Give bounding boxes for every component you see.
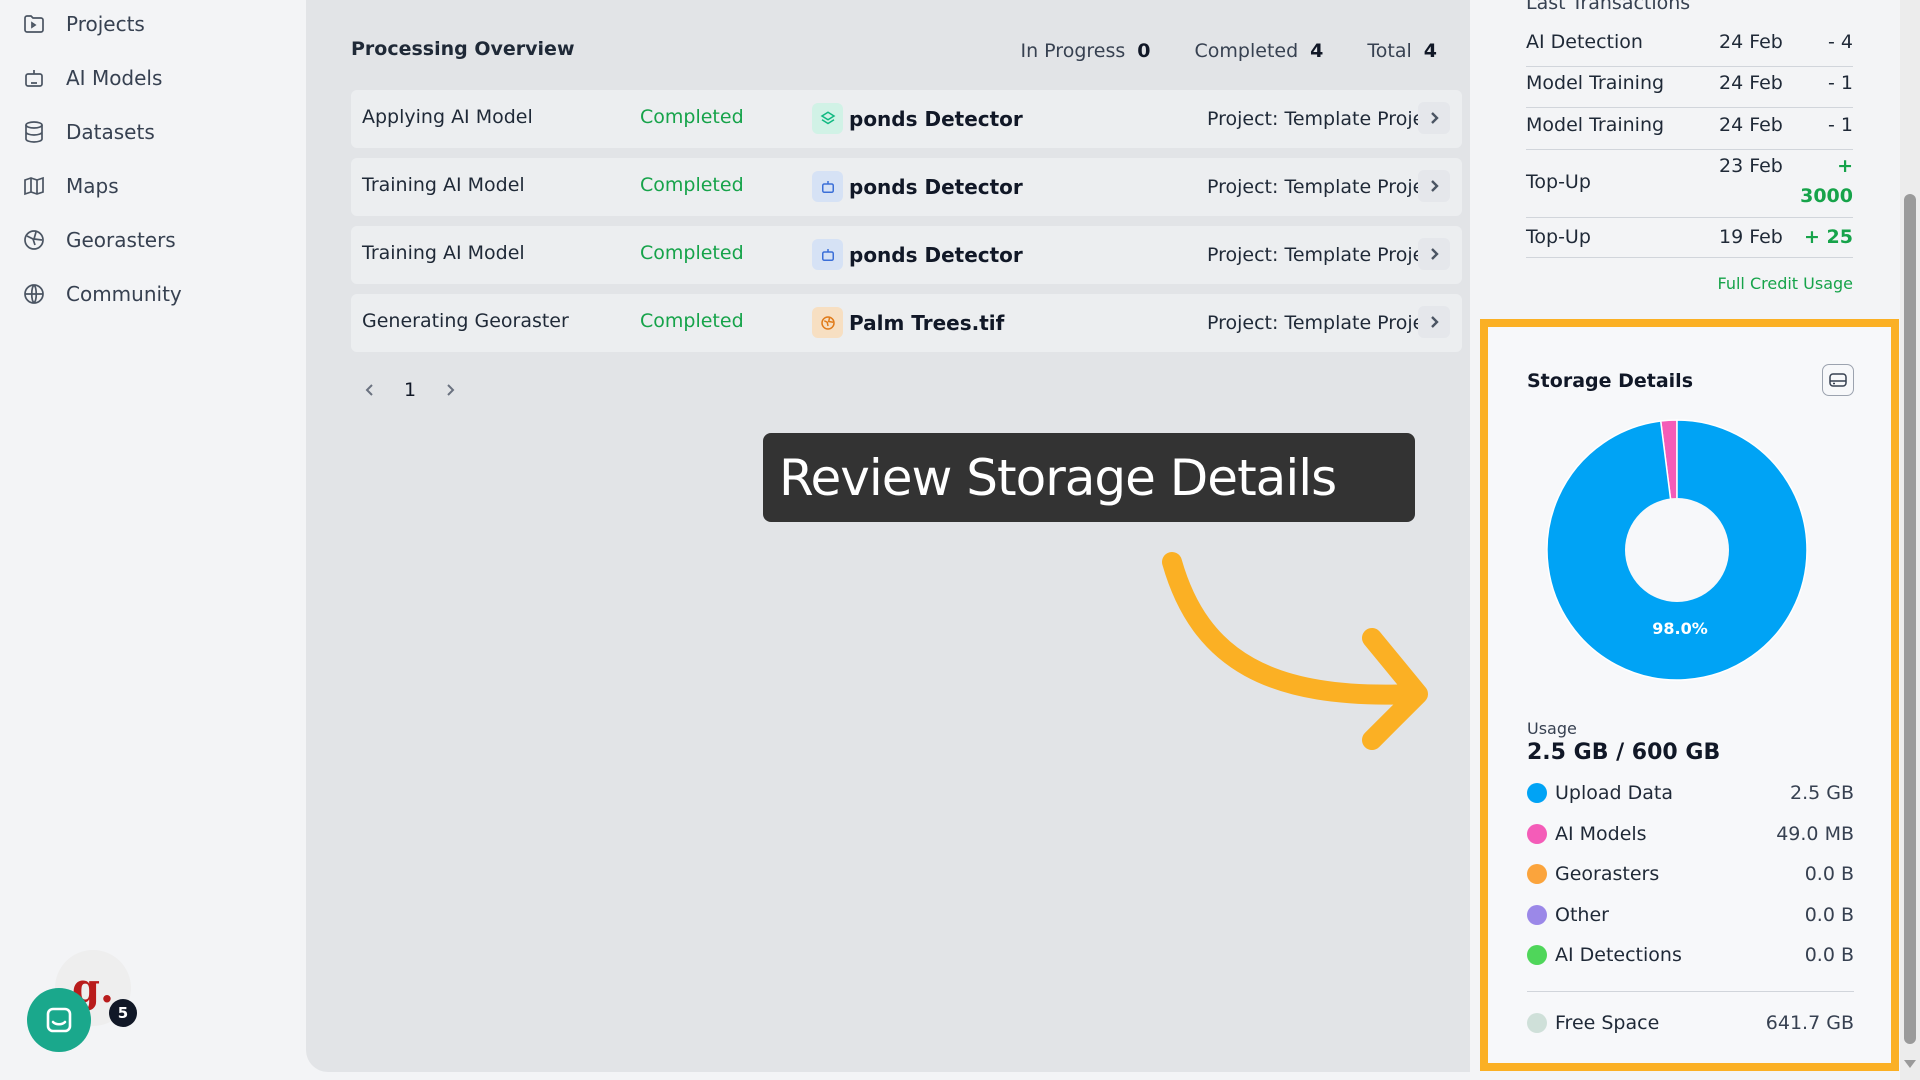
table-row[interactable]: Training AI Model Completed ponds Detect… [351, 158, 1462, 216]
transaction-row: Top-Up 23 Feb + 3000 [1526, 155, 1853, 218]
chevron-right-icon [1431, 112, 1439, 124]
item-name: ponds Detector [812, 171, 1023, 202]
transaction-row: Model Training 24 Feb - 1 [1526, 114, 1853, 150]
page-number[interactable]: 1 [404, 379, 416, 401]
table-row[interactable]: Applying AI Model Completed ponds Detect… [351, 90, 1462, 148]
open-row-button[interactable] [1418, 306, 1450, 338]
sidebar-item-maps[interactable]: Maps [22, 166, 292, 206]
open-row-button[interactable] [1418, 238, 1450, 270]
tutorial-callout: Review Storage Details [763, 433, 1415, 522]
layers-icon [812, 103, 843, 134]
task-name: Generating Georaster [362, 310, 569, 332]
sidebar-item-label: AI Models [66, 66, 163, 90]
donut-percent-label: 98.0% [1652, 619, 1708, 638]
transaction-row: AI Detection 24 Feb - 4 [1526, 31, 1853, 67]
legend-dot [1527, 864, 1547, 884]
globe-icon [812, 307, 843, 338]
stat-total: Total 4 [1367, 40, 1437, 62]
chevron-right-icon [1431, 316, 1439, 328]
chat-launcher-button[interactable] [27, 988, 91, 1052]
open-row-button[interactable] [1418, 170, 1450, 202]
project-name: Project: Template Project [1207, 176, 1443, 198]
legend-dot [1527, 1013, 1547, 1033]
project-name: Project: Template Project [1207, 312, 1443, 334]
item-name: ponds Detector [812, 239, 1023, 270]
sidebar: Projects AI Models Datasets Maps Georast… [0, 0, 306, 1080]
globe-icon [24, 284, 44, 304]
status-label: Completed [640, 242, 744, 264]
map-icon [24, 176, 44, 196]
sidebar-item-datasets[interactable]: Datasets [22, 112, 292, 152]
sidebar-item-ai-models[interactable]: AI Models [22, 58, 292, 98]
task-name: Training AI Model [362, 242, 525, 264]
hard-drive-icon [1829, 373, 1847, 387]
chevron-right-icon[interactable] [444, 383, 456, 397]
legend-item: Georasters 0.0 B [1527, 861, 1854, 887]
sidebar-item-projects[interactable]: Projects [22, 4, 292, 44]
robot-icon [25, 70, 43, 87]
scrollbar-thumb[interactable] [1904, 194, 1916, 1044]
pagination: 1 [364, 379, 456, 401]
status-label: Completed [640, 174, 744, 196]
item-name: ponds Detector [812, 103, 1023, 134]
storage-drive-button[interactable] [1822, 364, 1854, 396]
legend-dot [1527, 824, 1547, 844]
scroll-down-icon[interactable] [1904, 1060, 1916, 1068]
chevron-right-icon [1431, 248, 1439, 260]
globe-grid-icon [24, 230, 44, 250]
usage-label: Usage [1527, 719, 1577, 738]
chevron-left-icon[interactable] [364, 383, 376, 397]
scrollbar[interactable] [1900, 0, 1920, 1080]
project-name: Project: Template Project [1207, 244, 1443, 266]
transaction-row: Model Training 24 Feb - 1 [1526, 72, 1853, 108]
database-icon [25, 121, 43, 143]
robot-icon [812, 239, 843, 270]
status-label: Completed [640, 106, 744, 128]
legend-dot [1527, 945, 1547, 965]
main-panel: Processing Overview In Progress 0 Complet… [306, 0, 1470, 1072]
open-row-button[interactable] [1418, 102, 1450, 134]
status-label: Completed [640, 310, 744, 332]
storage-donut-chart: 98.0% [1546, 419, 1808, 681]
legend-item: Upload Data 2.5 GB [1527, 780, 1854, 806]
legend-item: AI Detections 0.0 B [1527, 942, 1854, 968]
robot-icon [812, 171, 843, 202]
stat-in-progress: In Progress 0 [1020, 40, 1151, 62]
project-name: Project: Template Project [1207, 108, 1443, 130]
task-name: Training AI Model [362, 174, 525, 196]
task-name: Applying AI Model [362, 106, 533, 128]
processing-stats: In Progress 0 Completed 4 Total 4 [1021, 40, 1438, 62]
legend-item: Other 0.0 B [1527, 902, 1854, 928]
stat-completed: Completed 4 [1194, 40, 1324, 62]
chevron-right-icon [1431, 180, 1439, 192]
legend-item: AI Models 49.0 MB [1527, 821, 1854, 847]
legend-dot [1527, 905, 1547, 925]
notification-badge: 5 [109, 999, 137, 1027]
sidebar-item-label: Projects [66, 12, 145, 36]
item-name: Palm Trees.tif [812, 307, 1004, 338]
sidebar-item-community[interactable]: Community [22, 274, 292, 314]
chat-icon [46, 1007, 72, 1033]
table-row[interactable]: Generating Georaster Completed Palm Tree… [351, 294, 1462, 352]
sidebar-item-label: Datasets [66, 120, 155, 144]
sidebar-item-label: Maps [66, 174, 119, 198]
sidebar-item-georasters[interactable]: Georasters [22, 220, 292, 260]
processing-overview-title: Processing Overview [351, 38, 575, 60]
storage-details-title: Storage Details [1527, 370, 1694, 392]
legend-divider [1527, 991, 1854, 992]
usage-value: 2.5 GB / 600 GB [1527, 740, 1721, 765]
sidebar-item-label: Georasters [66, 228, 176, 252]
transaction-row: Top-Up 19 Feb + 25 [1526, 226, 1853, 258]
legend-item-free-space: Free Space 641.7 GB [1527, 1010, 1854, 1036]
transactions-heading: Last Transactions [1526, 0, 1691, 14]
sidebar-item-label: Community [66, 282, 182, 306]
storage-details-card: Storage Details 98.0% Usage 2.5 GB / 600… [1480, 319, 1899, 1071]
legend-dot [1527, 783, 1547, 803]
projects-icon [24, 15, 44, 33]
full-credit-usage-link[interactable]: Full Credit Usage [1718, 274, 1854, 293]
callout-arrow-icon [1162, 552, 1428, 750]
table-row[interactable]: Training AI Model Completed ponds Detect… [351, 226, 1462, 284]
